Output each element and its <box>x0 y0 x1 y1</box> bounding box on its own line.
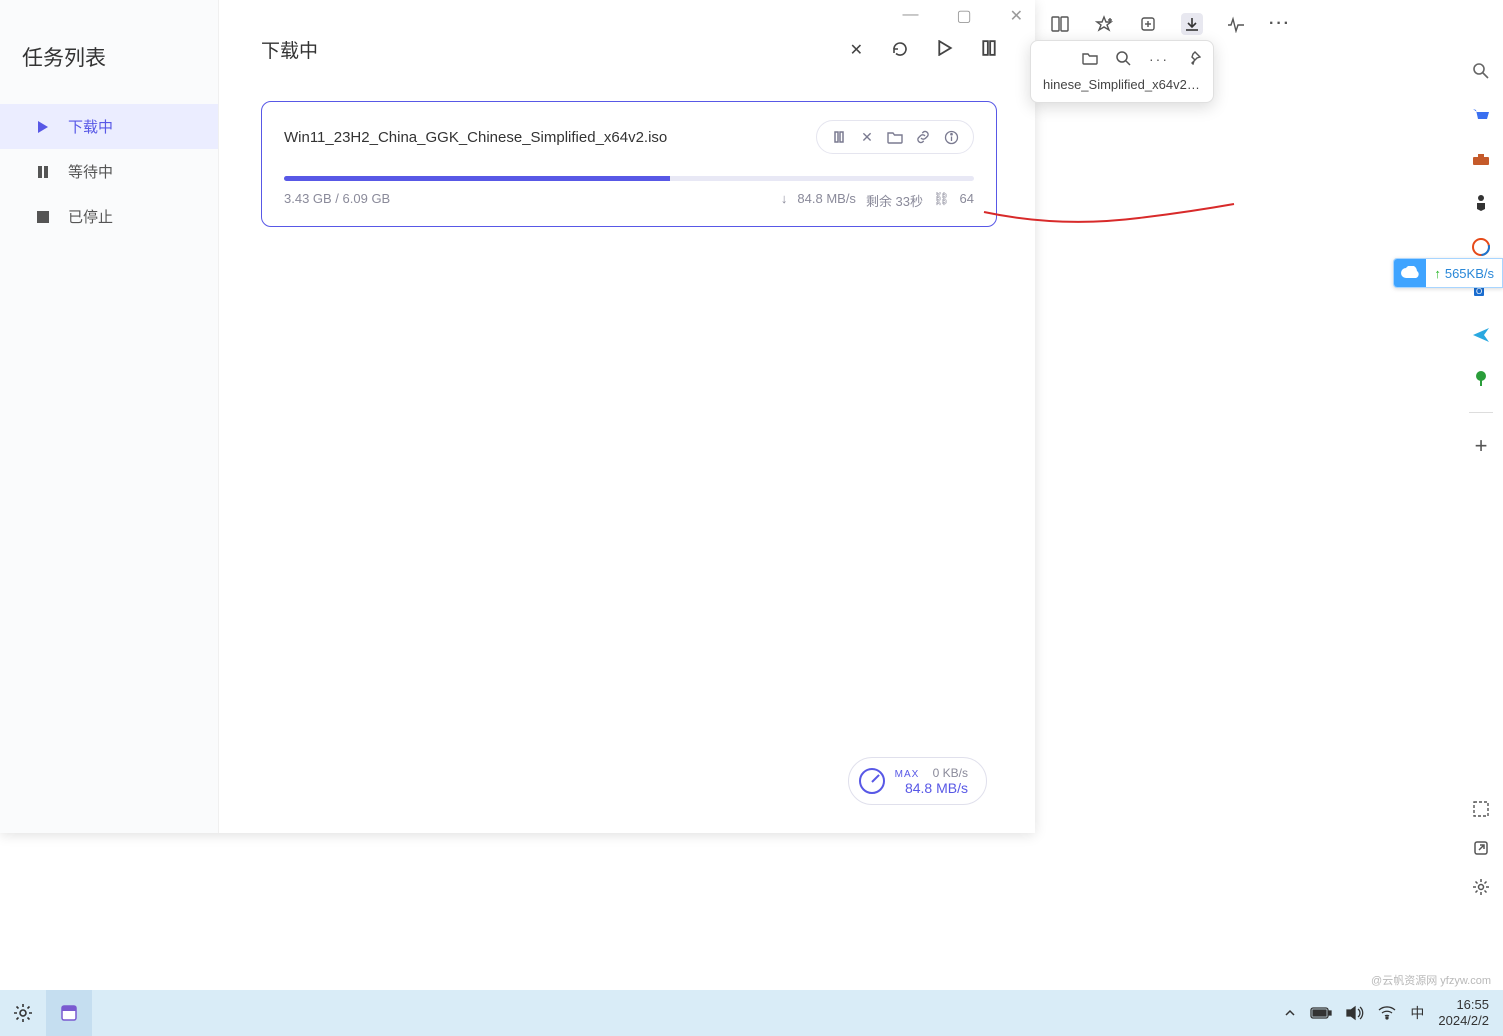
popup-search-icon[interactable] <box>1116 51 1131 67</box>
connections-icon: ⛓ <box>933 191 950 210</box>
download-size-text: 3.43 GB / 6.09 GB <box>284 191 390 210</box>
cloud-speed-text: 565KB/s <box>1445 266 1494 281</box>
speed-upload: 0 KB/s <box>933 766 968 780</box>
info-button[interactable] <box>939 125 963 149</box>
split-screen-icon[interactable] <box>1049 13 1071 35</box>
sidebar-title: 任务列表 <box>0 42 218 104</box>
download-filename: Win11_23H2_China_GGK_Chinese_Simplified_… <box>284 129 667 146</box>
taskbar-left <box>0 990 92 1036</box>
annotation-curve <box>979 200 1239 230</box>
cloud-speed-widget[interactable]: ↑ 565KB/s <box>1393 258 1503 288</box>
browser-side-rail: O + <box>1459 54 1503 457</box>
speed-download: 84.8 MB/s <box>895 780 968 796</box>
download-connections-text: 64 <box>960 191 974 210</box>
tray-time: 16:55 <box>1438 997 1489 1013</box>
main-title: 下载中 <box>261 36 318 63</box>
rail-games-icon[interactable] <box>1470 192 1492 214</box>
sidebar-item-waiting[interactable]: 等待中 <box>0 149 218 194</box>
tray-ime-text[interactable]: 中 <box>1410 1003 1424 1023</box>
rail-screenshot-icon[interactable] <box>1472 800 1490 818</box>
cloud-speed-text-group: ↑ 565KB/s <box>1426 266 1502 281</box>
sidebar: 任务列表 下载中 等待中 已停止 <box>0 0 219 833</box>
rail-shopping-icon[interactable] <box>1470 104 1492 126</box>
rail-settings-icon[interactable] <box>1472 878 1490 896</box>
popup-pin-icon[interactable] <box>1187 51 1201 67</box>
speed-max-label: MAX <box>895 769 920 780</box>
download-speed-group: ↓ 84.8 MB/s 剩余 33秒 ⛓ 64 <box>781 191 974 210</box>
sidebar-item-stopped[interactable]: 已停止 <box>0 194 218 239</box>
browser-download-popup: ··· hinese_Simplified_x64v2.... <box>1030 40 1214 103</box>
play-icon <box>34 118 52 136</box>
main-header: 下载中 ✕ <box>261 36 997 63</box>
tray-clock[interactable]: 16:55 2024/2/2 <box>1438 997 1489 1030</box>
download-card-controls: ✕ <box>816 120 974 154</box>
download-card-header: Win11_23H2_China_GGK_Chinese_Simplified_… <box>284 120 974 154</box>
rail-tools-icon[interactable] <box>1470 148 1492 170</box>
more-icon[interactable]: ··· <box>1269 13 1291 35</box>
pause-download-button[interactable] <box>827 125 851 149</box>
stop-icon <box>34 208 52 226</box>
resume-all-button[interactable] <box>937 40 953 60</box>
performance-icon[interactable] <box>1225 13 1247 35</box>
progress-bar-track <box>284 176 974 181</box>
tray-date: 2024/2/2 <box>1438 1013 1489 1029</box>
speed-gauge-box[interactable]: MAX 0 KB/s 84.8 MB/s <box>848 757 987 805</box>
tray-chevron-icon[interactable] <box>1284 1008 1296 1018</box>
rail-share-icon[interactable] <box>1473 840 1489 856</box>
speed-text-group: MAX 0 KB/s 84.8 MB/s <box>895 766 968 796</box>
download-remaining-text: 剩余 33秒 <box>866 191 923 210</box>
sidebar-item-label: 已停止 <box>68 206 113 227</box>
browser-side-rail-bottom <box>1459 800 1503 896</box>
tray-volume-icon[interactable] <box>1346 1005 1364 1021</box>
sidebar-item-label: 下载中 <box>68 116 113 137</box>
taskbar-settings-icon[interactable] <box>0 990 46 1036</box>
main-actions: ✕ <box>850 40 997 60</box>
gauge-icon <box>859 768 885 794</box>
rail-send-icon[interactable] <box>1470 324 1492 346</box>
tray-battery-icon[interactable] <box>1310 1007 1332 1019</box>
refresh-button[interactable] <box>891 40 909 60</box>
browser-popup-header: ··· <box>1043 51 1201 67</box>
rail-office-icon[interactable] <box>1470 236 1492 258</box>
taskbar: 中 16:55 2024/2/2 <box>0 990 1503 1036</box>
rail-tree-icon[interactable] <box>1470 368 1492 390</box>
watermark-text: @云帆资源网 yfzyw.com <box>1371 972 1491 988</box>
upload-arrow-icon: ↑ <box>1434 266 1441 281</box>
popup-more-icon[interactable]: ··· <box>1149 51 1169 67</box>
progress-bar-fill <box>284 176 670 181</box>
collections-icon[interactable] <box>1137 13 1159 35</box>
rail-search-icon[interactable] <box>1470 60 1492 82</box>
browser-toolbar: ··· <box>1035 6 1503 42</box>
download-manager-window: — ▢ ✕ 任务列表 下载中 等待中 已停止 下载中 ✕ <box>0 0 1035 833</box>
popup-folder-icon[interactable] <box>1082 51 1098 67</box>
open-folder-button[interactable] <box>883 125 907 149</box>
taskbar-app-icon[interactable] <box>46 990 92 1036</box>
favorites-icon[interactable] <box>1093 13 1115 35</box>
copy-link-button[interactable] <box>911 125 935 149</box>
delete-all-button[interactable]: ✕ <box>850 40 863 60</box>
svg-text:O: O <box>1476 287 1482 296</box>
download-card[interactable]: Win11_23H2_China_GGK_Chinese_Simplified_… <box>261 101 997 227</box>
tray-wifi-icon[interactable] <box>1378 1006 1396 1020</box>
cloud-icon <box>1394 259 1426 287</box>
downloads-icon[interactable] <box>1181 13 1203 35</box>
taskbar-right: 中 16:55 2024/2/2 <box>1284 997 1503 1030</box>
sidebar-item-downloading[interactable]: 下载中 <box>0 104 218 149</box>
rail-add-icon[interactable]: + <box>1470 435 1492 457</box>
download-stats: 3.43 GB / 6.09 GB ↓ 84.8 MB/s 剩余 33秒 ⛓ 6… <box>284 191 974 210</box>
browser-popup-filename[interactable]: hinese_Simplified_x64v2.... <box>1043 77 1201 92</box>
main-panel: 下载中 ✕ Win11_23H2_China_GGK_Chinese_Simpl… <box>219 0 1035 833</box>
download-arrow-icon: ↓ <box>781 191 788 210</box>
rail-divider <box>1469 412 1493 413</box>
sidebar-item-label: 等待中 <box>68 161 113 182</box>
cancel-download-button[interactable]: ✕ <box>855 125 879 149</box>
pause-icon <box>34 163 52 181</box>
download-speed-text: 84.8 MB/s <box>797 191 856 210</box>
pause-all-button[interactable] <box>981 40 997 60</box>
